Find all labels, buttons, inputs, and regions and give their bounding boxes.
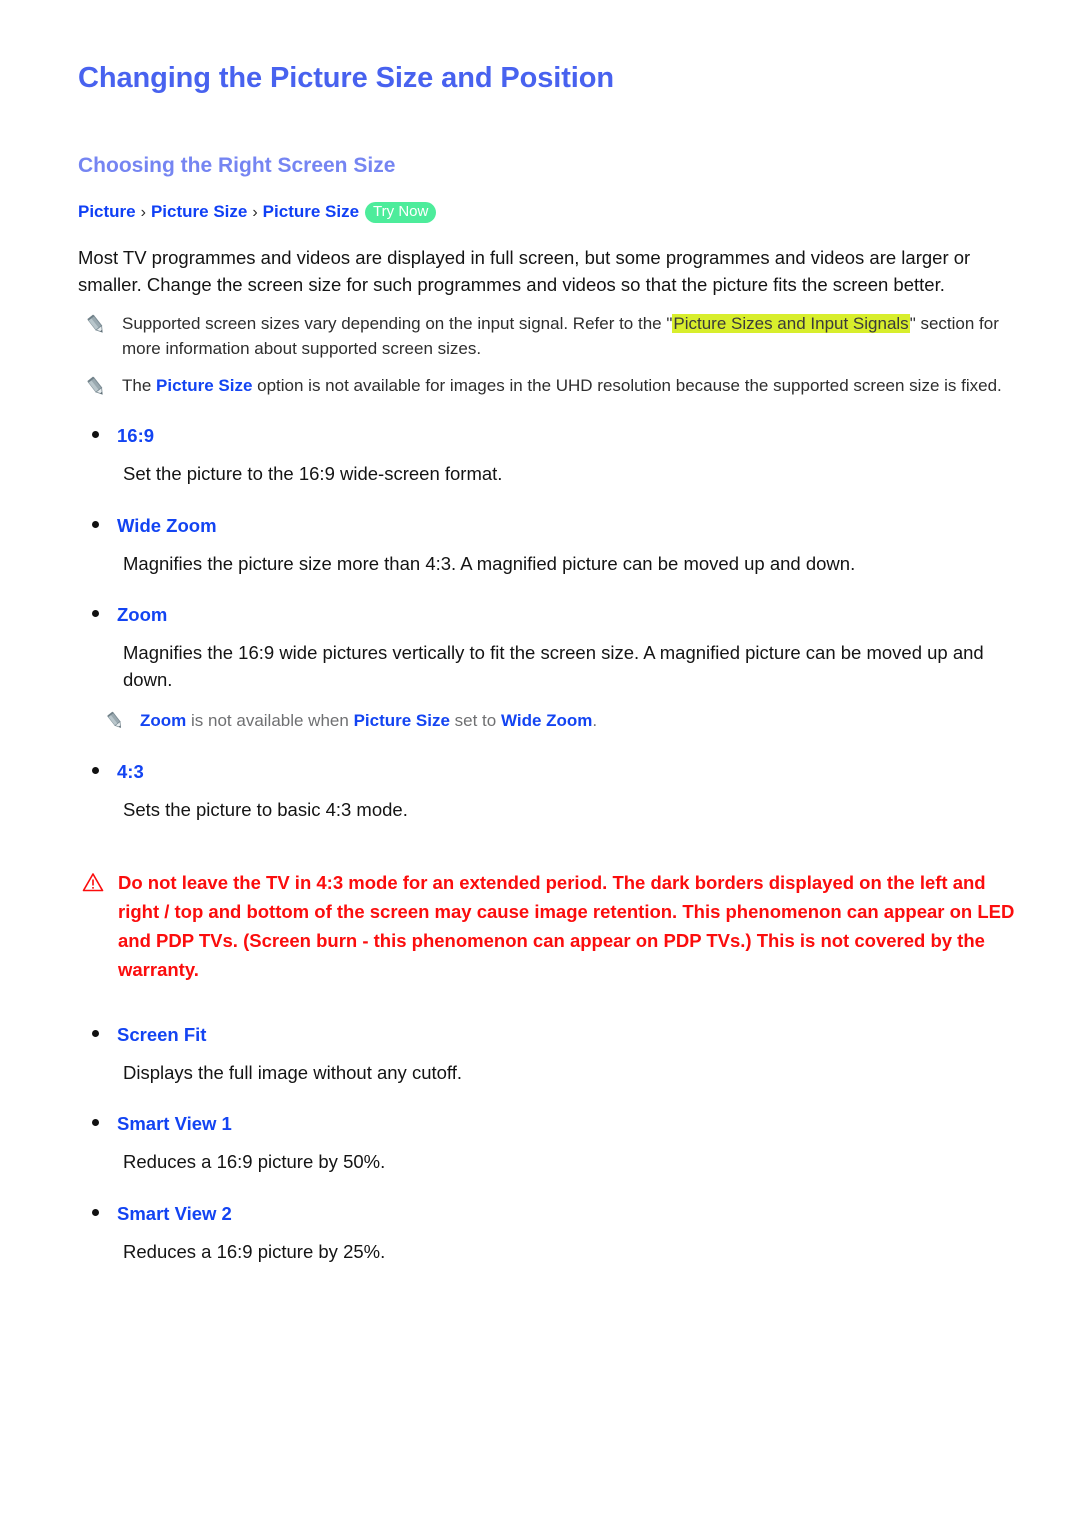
document-page: Changing the Picture Size and Position C… xyxy=(0,0,1080,1527)
option-item-smart-view-1: Smart View 1 xyxy=(78,1112,1020,1136)
bullet-dot-icon xyxy=(92,766,99,774)
pencil-icon xyxy=(106,711,126,733)
pencil-icon xyxy=(86,314,106,336)
bullet-dot-icon xyxy=(92,1029,99,1037)
section-title: Choosing the Right Screen Size xyxy=(78,154,396,178)
option-item-smart-view-2: Smart View 2 xyxy=(78,1202,1020,1226)
inline-term-picture-size[interactable]: Picture Size xyxy=(156,376,252,395)
option-label[interactable]: Zoom xyxy=(117,603,167,627)
option-item-zoom: Zoom xyxy=(78,603,1020,627)
bullet-dot-icon xyxy=(92,610,99,618)
option-description: Reduces a 16:9 picture by 50%. xyxy=(123,1151,386,1173)
warning-triangle-icon xyxy=(82,872,104,892)
chevron-right-icon: › xyxy=(140,203,146,221)
breadcrumb-item-picture[interactable]: Picture xyxy=(78,202,136,221)
bullet-dot-icon xyxy=(92,431,99,439)
chevron-right-icon: › xyxy=(252,203,258,221)
breadcrumb: Picture › Picture Size › Picture Size Try Now xyxy=(78,201,1020,224)
option-item-wide-zoom: Wide Zoom xyxy=(78,514,1020,538)
page-title: Changing the Picture Size and Position xyxy=(78,62,614,94)
note-uhd-resolution: The Picture Size option is not available… xyxy=(78,374,1020,399)
bullet-dot-icon xyxy=(92,520,99,528)
inline-term-zoom[interactable]: Zoom xyxy=(140,711,186,730)
option-label[interactable]: Smart View 2 xyxy=(117,1202,232,1226)
note-text-mid-1: is not available when xyxy=(186,711,354,731)
option-item-4-3: 4:3 xyxy=(78,760,1020,784)
try-now-badge[interactable]: Try Now xyxy=(365,201,437,224)
note-text-prefix: Supported screen sizes vary depending on… xyxy=(122,314,673,334)
option-description: Reduces a 16:9 picture by 25%. xyxy=(123,1240,386,1262)
option-label[interactable]: Wide Zoom xyxy=(117,514,217,538)
breadcrumb-item-picture-size-2[interactable]: Picture Size xyxy=(263,202,359,221)
breadcrumb-item-picture-size-1[interactable]: Picture Size xyxy=(151,202,247,221)
note-text-end: . xyxy=(592,711,598,731)
note-text: Supported screen sizes vary depending on… xyxy=(122,312,1020,361)
warning-block: Do not leave the TV in 4:3 mode for an e… xyxy=(78,869,1020,984)
pencil-icon xyxy=(86,376,106,398)
option-description: Displays the full image without any cuto… xyxy=(123,1061,462,1083)
note-text-prefix: The xyxy=(122,375,157,395)
option-item-screen-fit: Screen Fit xyxy=(78,1023,1020,1047)
option-item-16-9: 16:9 xyxy=(78,424,1020,448)
note-text: Zoom is not available when Picture Size … xyxy=(140,709,1020,734)
note-text-suffix: option is not available for images in th… xyxy=(252,375,1002,395)
option-description: Set the picture to the 16:9 wide-screen … xyxy=(123,463,503,485)
option-label[interactable]: Smart View 1 xyxy=(117,1112,232,1136)
note-supported-screen-sizes: Supported screen sizes vary depending on… xyxy=(78,312,1020,361)
option-description: Magnifies the picture size more than 4:3… xyxy=(123,552,856,574)
option-label[interactable]: 16:9 xyxy=(117,424,154,448)
intro-paragraph: Most TV programmes and videos are displa… xyxy=(78,247,971,295)
inline-term-picture-size[interactable]: Picture Size xyxy=(354,711,450,730)
option-description: Sets the picture to basic 4:3 mode. xyxy=(123,798,408,820)
option-label[interactable]: Screen Fit xyxy=(117,1023,206,1047)
note-text-mid-2: set to xyxy=(449,711,501,731)
bullet-dot-icon xyxy=(92,1119,99,1127)
inline-term-wide-zoom[interactable]: Wide Zoom xyxy=(501,711,592,730)
warning-text: Do not leave the TV in 4:3 mode for an e… xyxy=(118,872,1015,980)
option-description: Magnifies the 16:9 wide pictures vertica… xyxy=(123,642,984,690)
note-zoom-unavailable: Zoom is not available when Picture Size … xyxy=(106,709,1020,734)
note-text: The Picture Size option is not available… xyxy=(122,374,1020,399)
option-label[interactable]: 4:3 xyxy=(117,760,144,784)
bullet-dot-icon xyxy=(92,1208,99,1216)
highlighted-reference[interactable]: Picture Sizes and Input Signals xyxy=(672,314,910,334)
